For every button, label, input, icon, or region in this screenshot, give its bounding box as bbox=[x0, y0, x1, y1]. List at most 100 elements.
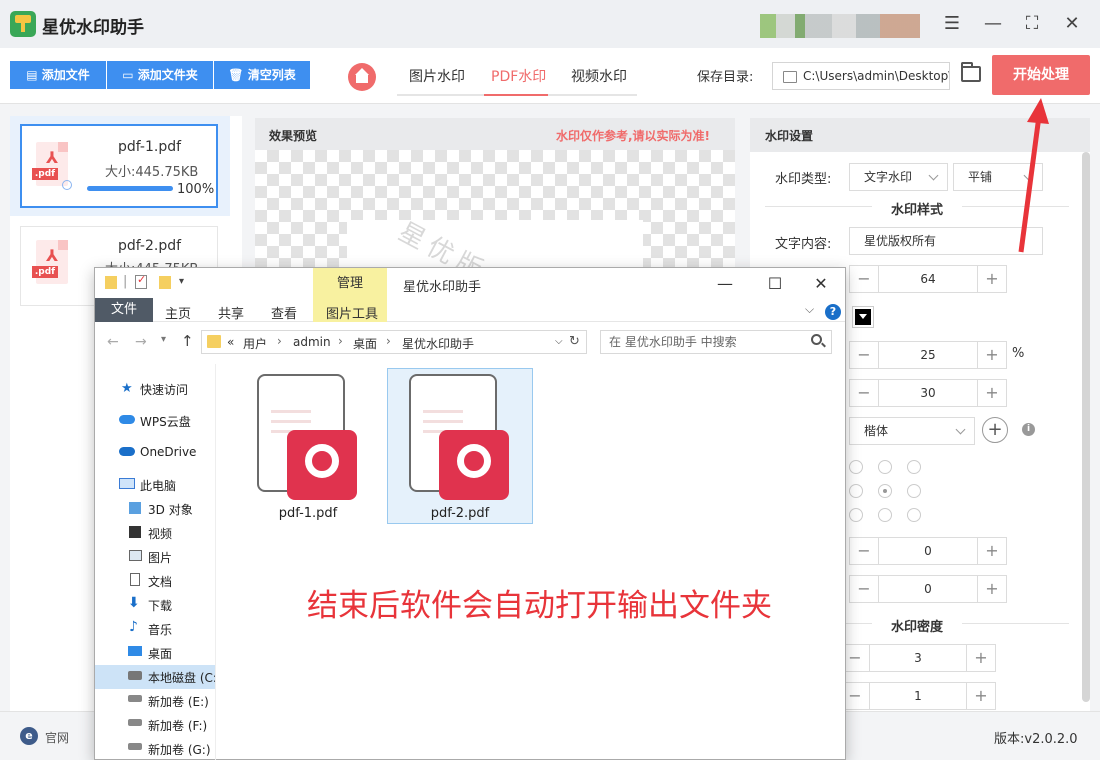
quick-access-dropdown-icon[interactable]: ▾ bbox=[179, 276, 184, 287]
ribbon-tab-file[interactable]: 文件 bbox=[95, 298, 153, 322]
decrement-button[interactable]: − bbox=[850, 266, 878, 292]
increment-button[interactable]: + bbox=[978, 380, 1006, 406]
increment-button[interactable]: + bbox=[967, 683, 995, 709]
position-radio[interactable] bbox=[849, 484, 863, 498]
color-picker[interactable] bbox=[852, 306, 874, 328]
nav-item-downloads[interactable]: 下载 bbox=[148, 597, 172, 614]
breadcrumb-desktop[interactable]: 桌面 bbox=[353, 335, 377, 352]
opacity-value[interactable]: 25 bbox=[878, 342, 978, 368]
ribbon-tab-view[interactable]: 查看 bbox=[271, 303, 297, 322]
nav-item-volume-g[interactable]: 新加卷 (G:) bbox=[148, 741, 211, 758]
nav-item-documents[interactable]: 文档 bbox=[148, 573, 172, 590]
nav-item-wps-cloud[interactable]: WPS云盘 bbox=[140, 413, 191, 430]
ribbon-tab-home[interactable]: 主页 bbox=[165, 303, 191, 322]
nav-item-music[interactable]: 音乐 bbox=[148, 621, 172, 638]
clear-list-button[interactable]: 🗑 清空列表 bbox=[214, 61, 310, 89]
position-radio[interactable] bbox=[907, 484, 921, 498]
nav-item-volume-e[interactable]: 新加卷 (E:) bbox=[148, 693, 209, 710]
help-icon[interactable]: ? bbox=[825, 304, 841, 320]
nav-item-this-pc[interactable]: 此电脑 bbox=[140, 477, 176, 494]
position-radio[interactable] bbox=[849, 460, 863, 474]
offset-x-stepper[interactable]: − 0 + bbox=[849, 537, 1007, 565]
nav-item-quick-access[interactable]: 快速访问 bbox=[140, 381, 188, 398]
start-button[interactable]: 开始处理 bbox=[992, 55, 1090, 95]
nav-item-volume-f[interactable]: 新加卷 (F:) bbox=[148, 717, 207, 734]
offset-y-stepper[interactable]: − 0 + bbox=[849, 575, 1007, 603]
website-link[interactable]: 官网 bbox=[45, 729, 69, 746]
nav-item-local-disk-c[interactable]: 本地磁盘 (C: bbox=[148, 669, 217, 686]
position-radio[interactable] bbox=[849, 508, 863, 522]
breadcrumb-admin[interactable]: admin bbox=[293, 335, 331, 349]
position-radio[interactable] bbox=[907, 460, 921, 474]
search-icon[interactable] bbox=[811, 334, 822, 345]
address-dropdown-icon[interactable]: ⌵ bbox=[555, 336, 563, 347]
tab-video-watermark[interactable]: 视频水印 bbox=[571, 66, 627, 86]
decrement-button[interactable]: − bbox=[850, 380, 878, 406]
position-radio[interactable] bbox=[878, 508, 892, 522]
increment-button[interactable]: + bbox=[978, 342, 1006, 368]
breadcrumb-overflow[interactable]: « bbox=[227, 335, 234, 349]
breadcrumb-users[interactable]: 用户 bbox=[243, 335, 267, 352]
manage-tab[interactable]: 管理 bbox=[313, 268, 387, 298]
increment-button[interactable]: + bbox=[978, 538, 1006, 564]
add-file-button[interactable]: ▤ 添加文件 bbox=[10, 61, 106, 89]
settings-scrollbar[interactable] bbox=[1082, 152, 1090, 702]
decrement-button[interactable]: − bbox=[850, 342, 878, 368]
add-font-button[interactable]: + bbox=[982, 417, 1008, 443]
settings-icon[interactable]: ☰ bbox=[940, 12, 964, 36]
refresh-icon[interactable]: ↻ bbox=[569, 334, 580, 349]
tab-pdf-watermark[interactable]: PDF水印 bbox=[491, 66, 546, 86]
position-radio-selected[interactable] bbox=[878, 484, 892, 498]
save-dir-input[interactable]: C:\Users\admin\Desktop\ bbox=[772, 62, 950, 90]
increment-button[interactable]: + bbox=[967, 645, 995, 671]
increment-button[interactable]: + bbox=[978, 576, 1006, 602]
minimize-button[interactable]: — bbox=[715, 274, 735, 293]
density-y-stepper[interactable]: − 1 + bbox=[840, 682, 996, 710]
close-button[interactable]: ✕ bbox=[811, 274, 831, 293]
explorer-file-2[interactable]: pdf-2.pdf bbox=[387, 368, 533, 524]
rotation-value[interactable]: 30 bbox=[878, 380, 978, 406]
offset-x-value[interactable]: 0 bbox=[878, 538, 978, 564]
position-radio[interactable] bbox=[878, 460, 892, 474]
nav-item-onedrive[interactable]: OneDrive bbox=[140, 445, 196, 459]
open-folder-icon[interactable] bbox=[961, 62, 981, 82]
nav-item-pictures[interactable]: 图片 bbox=[148, 549, 172, 566]
recent-dropdown-icon[interactable]: ▾ bbox=[161, 334, 166, 345]
rotation-stepper[interactable]: − 30 + bbox=[849, 379, 1007, 407]
ribbon-tab-share[interactable]: 共享 bbox=[218, 303, 244, 322]
decrement-button[interactable]: − bbox=[850, 538, 878, 564]
forward-arrow-icon[interactable]: → bbox=[135, 334, 147, 350]
explorer-file-1[interactable]: pdf-1.pdf bbox=[235, 368, 381, 524]
close-button[interactable]: ✕ bbox=[1060, 12, 1084, 36]
minimize-button[interactable]: — bbox=[981, 12, 1005, 36]
nav-item-desktop[interactable]: 桌面 bbox=[148, 645, 172, 662]
density-y-value[interactable]: 1 bbox=[869, 683, 967, 709]
nav-item-videos[interactable]: 视频 bbox=[148, 525, 172, 542]
back-arrow-icon[interactable]: ← bbox=[107, 334, 119, 350]
ribbon-tab-picture-tools[interactable]: 图片工具 bbox=[326, 303, 378, 322]
expand-ribbon-icon[interactable]: ⌵ bbox=[805, 302, 814, 317]
add-folder-button[interactable]: ▭ 添加文件夹 bbox=[107, 61, 213, 89]
font-family-select[interactable]: 楷体 bbox=[849, 417, 975, 445]
increment-button[interactable]: + bbox=[978, 266, 1006, 292]
position-radio[interactable] bbox=[907, 508, 921, 522]
website-icon[interactable]: e bbox=[20, 727, 38, 745]
nav-item-3d-objects[interactable]: 3D 对象 bbox=[148, 501, 193, 518]
density-x-stepper[interactable]: − 3 + bbox=[840, 644, 996, 672]
new-folder-icon[interactable] bbox=[159, 276, 171, 289]
opacity-stepper[interactable]: − 25 + bbox=[849, 341, 1007, 369]
maximize-button[interactable]: ⛶ bbox=[1020, 12, 1044, 36]
font-size-value[interactable]: 64 bbox=[878, 266, 978, 292]
home-icon[interactable] bbox=[348, 63, 376, 91]
decrement-button[interactable]: − bbox=[850, 576, 878, 602]
font-size-stepper[interactable]: − 64 + bbox=[849, 265, 1007, 293]
maximize-button[interactable]: ☐ bbox=[765, 274, 785, 293]
search-input[interactable]: 在 星优水印助手 中搜索 bbox=[600, 330, 832, 354]
density-x-value[interactable]: 3 bbox=[869, 645, 967, 671]
info-icon[interactable]: i bbox=[1022, 423, 1035, 436]
tab-image-watermark[interactable]: 图片水印 bbox=[409, 66, 465, 86]
offset-y-value[interactable]: 0 bbox=[878, 576, 978, 602]
watermark-type-select[interactable]: 文字水印 bbox=[849, 163, 948, 191]
up-arrow-icon[interactable]: ↑ bbox=[181, 332, 194, 350]
user-avatar[interactable] bbox=[760, 14, 920, 38]
